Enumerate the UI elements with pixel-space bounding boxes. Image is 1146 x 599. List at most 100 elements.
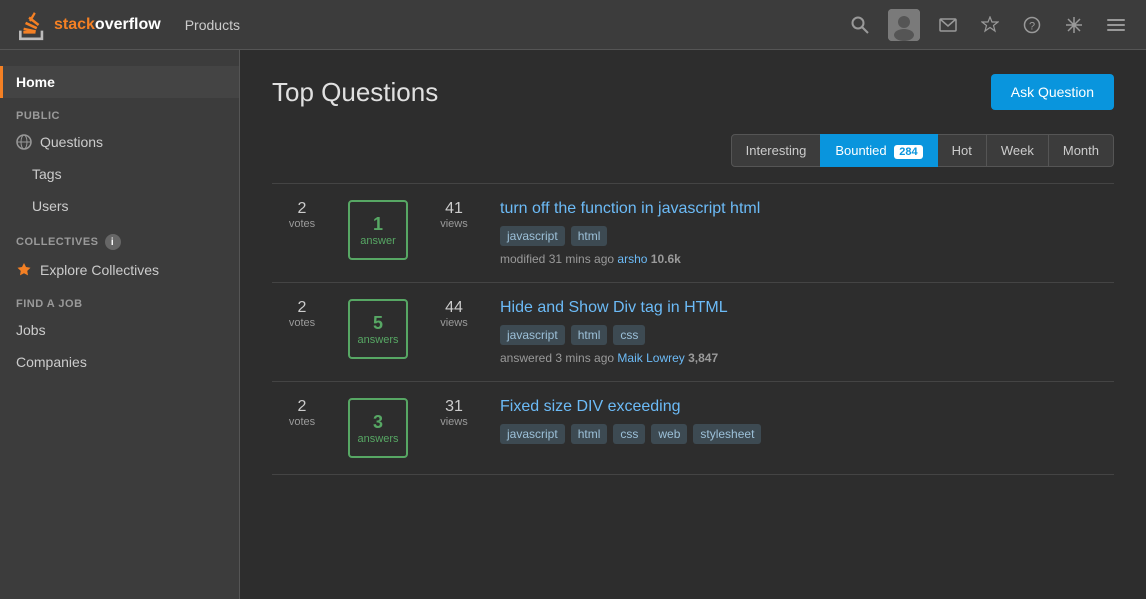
- sidebar-users-label: Users: [32, 198, 69, 214]
- tag-javascript[interactable]: javascript: [500, 226, 565, 246]
- tag-html[interactable]: html: [571, 424, 608, 444]
- ask-question-button[interactable]: Ask Question: [991, 74, 1114, 110]
- q-meta-modified: answered 3 mins ago: [500, 351, 614, 365]
- table-row: 2 votes 1 answer 41 views turn off the f…: [272, 183, 1114, 282]
- q-body: turn off the function in javascript html…: [500, 200, 1114, 266]
- topbar: stackoverflow Products ?: [0, 0, 1146, 50]
- collectives-label-text: COLLECTIVES: [16, 236, 99, 248]
- q-author-link[interactable]: arsho: [617, 252, 647, 266]
- q-title-link[interactable]: Hide and Show Div tag in HTML: [500, 299, 1114, 317]
- views-label: views: [440, 218, 468, 230]
- logo-text-before: stack: [54, 16, 95, 33]
- tag-stylesheet[interactable]: stylesheet: [693, 424, 761, 444]
- tab-month-label: Month: [1063, 143, 1099, 158]
- content-header: Top Questions Ask Question: [272, 74, 1114, 110]
- tag-web[interactable]: web: [651, 424, 687, 444]
- tab-hot[interactable]: Hot: [937, 134, 987, 167]
- votes-value: 2: [289, 398, 315, 416]
- sidebar-find-job-label: FIND A JOB: [0, 286, 239, 314]
- tag-html[interactable]: html: [571, 226, 608, 246]
- views-label: views: [440, 317, 468, 329]
- q-title-link[interactable]: turn off the function in javascript html: [500, 200, 1114, 218]
- q-body: Hide and Show Div tag in HTML javascript…: [500, 299, 1114, 365]
- topbar-icons: ?: [846, 9, 1130, 41]
- tab-hot-label: Hot: [952, 143, 972, 158]
- views-value: 41: [440, 200, 468, 218]
- sidebar-item-explore-collectives[interactable]: Explore Collectives: [0, 254, 239, 286]
- sidebar-item-questions[interactable]: Questions: [0, 126, 239, 158]
- table-row: 2 votes 5 answers 44 views Hide and Show…: [272, 282, 1114, 381]
- q-votes-stat: 2 votes: [272, 200, 332, 230]
- inbox-icon[interactable]: [934, 11, 962, 39]
- tab-week-label: Week: [1001, 143, 1034, 158]
- votes-label: votes: [289, 317, 315, 329]
- q-votes-stat: 2 votes: [272, 398, 332, 428]
- q-rep: 10.6k: [651, 252, 681, 266]
- tag-javascript[interactable]: javascript: [500, 424, 565, 444]
- menu-icon[interactable]: [1102, 11, 1130, 39]
- sidebar-questions-label: Questions: [40, 134, 103, 150]
- explore-collectives-label: Explore Collectives: [40, 262, 159, 278]
- tag-css[interactable]: css: [613, 325, 645, 345]
- q-views-stat: 31 views: [424, 398, 484, 428]
- sidebar-jobs-label: Jobs: [16, 322, 46, 338]
- answers-label: answer: [360, 235, 395, 247]
- sidebar-home-label: Home: [16, 74, 55, 90]
- tag-css[interactable]: css: [613, 424, 645, 444]
- filter-tabs: Interesting Bountied 284 Hot Week Month: [272, 134, 1114, 167]
- sidebar-item-companies[interactable]: Companies: [0, 346, 239, 378]
- bountied-badge: 284: [894, 145, 922, 159]
- sidebar-item-users[interactable]: Users: [0, 190, 239, 222]
- votes-label: votes: [289, 218, 315, 230]
- answers-value: 3: [373, 412, 383, 433]
- q-views-stat: 41 views: [424, 200, 484, 230]
- main-layout: Home PUBLIC Questions Tags Users COLLECT…: [0, 50, 1146, 599]
- tab-bountied-label: Bountied: [835, 143, 886, 158]
- answers-value: 1: [373, 214, 383, 235]
- tab-interesting[interactable]: Interesting: [731, 134, 822, 167]
- q-tags: javascript html css web stylesheet: [500, 424, 1114, 444]
- answers-label: answers: [358, 433, 399, 445]
- nav-products[interactable]: Products: [185, 17, 240, 33]
- content-area: Top Questions Ask Question Interesting B…: [240, 50, 1146, 599]
- votes-value: 2: [289, 299, 315, 317]
- questions-list: 2 votes 1 answer 41 views turn off the f…: [272, 183, 1114, 475]
- q-views-stat: 44 views: [424, 299, 484, 329]
- q-title-link[interactable]: Fixed size DIV exceeding: [500, 398, 1114, 416]
- sidebar-item-jobs[interactable]: Jobs: [0, 314, 239, 346]
- sidebar-item-tags[interactable]: Tags: [0, 158, 239, 190]
- q-body: Fixed size DIV exceeding javascript html…: [500, 398, 1114, 450]
- answers-label: answers: [358, 334, 399, 346]
- sidebar-companies-label: Companies: [16, 354, 87, 370]
- collectives-info-icon[interactable]: i: [105, 234, 121, 250]
- avatar-icon[interactable]: [888, 9, 920, 41]
- tab-bountied[interactable]: Bountied 284: [820, 134, 937, 167]
- q-answers-box: 3 answers: [348, 398, 408, 458]
- tab-month[interactable]: Month: [1048, 134, 1114, 167]
- logo-text-after: overflow: [95, 16, 161, 33]
- q-rep: 3,847: [688, 351, 718, 365]
- views-value: 31: [440, 398, 468, 416]
- logo-text: stackoverflow: [54, 16, 161, 34]
- sidebar: Home PUBLIC Questions Tags Users COLLECT…: [0, 50, 240, 599]
- sidebar-public-label: PUBLIC: [0, 98, 239, 126]
- votes-value: 2: [289, 200, 315, 218]
- tab-week[interactable]: Week: [986, 134, 1049, 167]
- tab-interesting-label: Interesting: [746, 143, 807, 158]
- q-votes-stat: 2 votes: [272, 299, 332, 329]
- search-icon[interactable]: [846, 11, 874, 39]
- q-meta-modified: modified 31 mins ago: [500, 252, 614, 266]
- tag-html[interactable]: html: [571, 325, 608, 345]
- page-title: Top Questions: [272, 77, 438, 108]
- tag-javascript[interactable]: javascript: [500, 325, 565, 345]
- q-author-link[interactable]: Maik Lowrey: [617, 351, 684, 365]
- help-icon[interactable]: ?: [1018, 11, 1046, 39]
- views-label: views: [440, 416, 468, 428]
- q-tags: javascript html css: [500, 325, 1114, 345]
- logo[interactable]: stackoverflow: [16, 9, 161, 41]
- q-answers-box: 1 answer: [348, 200, 408, 260]
- snowflake-icon[interactable]: [1060, 11, 1088, 39]
- answers-value: 5: [373, 313, 383, 334]
- sidebar-item-home[interactable]: Home: [0, 66, 239, 98]
- achievements-icon[interactable]: [976, 11, 1004, 39]
